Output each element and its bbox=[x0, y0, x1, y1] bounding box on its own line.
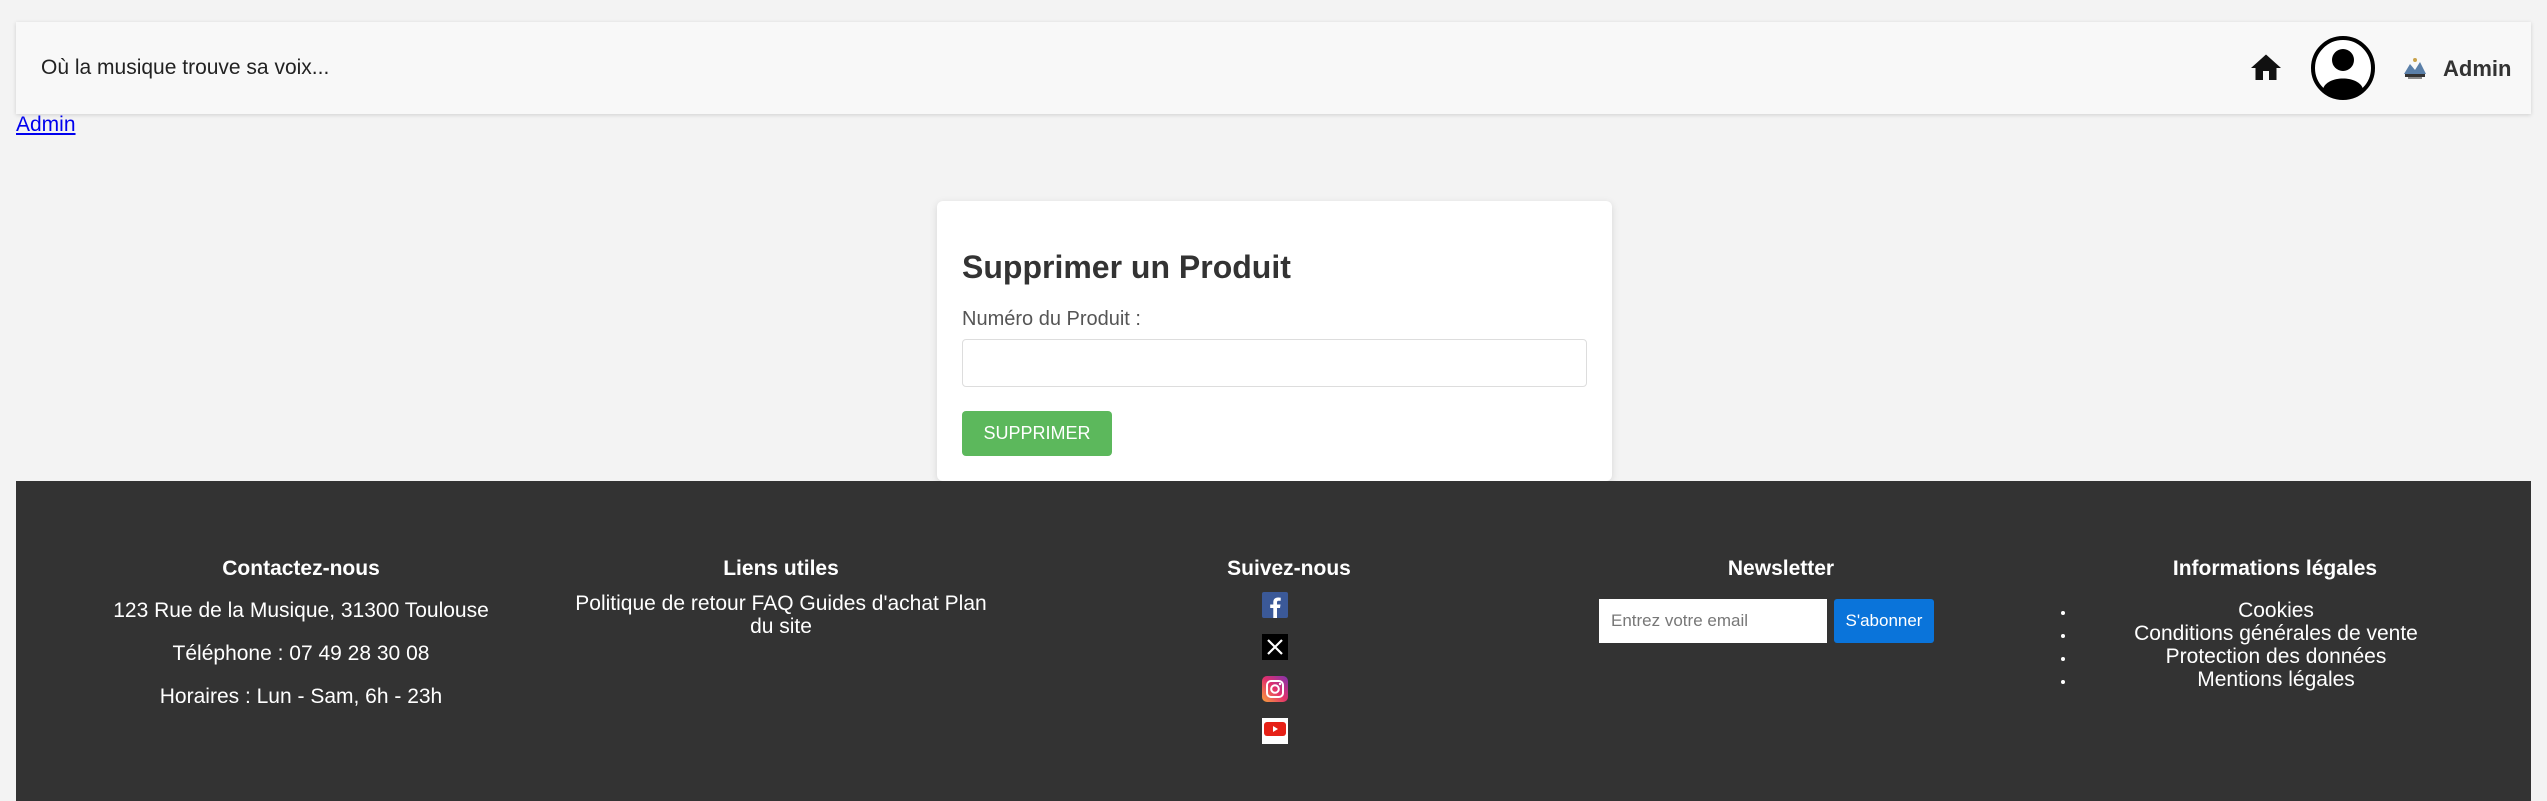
contact-phone: Téléphone : 07 49 28 30 08 bbox=[172, 642, 430, 665]
newsletter-email-input[interactable] bbox=[1599, 599, 1827, 643]
logo-icon[interactable] bbox=[2396, 50, 2434, 86]
contact-hours: Horaires : Lun - Sam, 6h - 23h bbox=[159, 685, 443, 708]
x-icon[interactable] bbox=[1262, 634, 1288, 660]
links-title: Liens utiles bbox=[723, 557, 839, 580]
instagram-icon[interactable] bbox=[1262, 676, 1288, 702]
form-title: Supprimer un Produit bbox=[962, 249, 1291, 285]
newsletter-title: Newsletter bbox=[1727, 557, 1835, 580]
legal-title: Informations légales bbox=[2172, 557, 2378, 580]
contact-address: 123 Rue de la Musique, 31300 Toulouse bbox=[113, 599, 489, 622]
home-icon[interactable] bbox=[2248, 50, 2284, 86]
delete-button[interactable]: SUPPRIMER bbox=[962, 411, 1112, 456]
youtube-icon[interactable] bbox=[1262, 718, 1288, 744]
useful-links[interactable]: Politique de retour FAQ Guides d'achat P… bbox=[566, 592, 996, 638]
legal-link-legal-notice[interactable]: Mentions légales bbox=[2076, 668, 2476, 691]
facebook-icon[interactable] bbox=[1262, 592, 1288, 618]
legal-link-data-protection[interactable]: Protection des données bbox=[2076, 645, 2476, 668]
legal-links-list: Cookies Conditions générales de vente Pr… bbox=[2056, 599, 2476, 691]
product-number-input[interactable] bbox=[962, 339, 1587, 387]
header: Où la musique trouve sa voix... Admin bbox=[16, 22, 2531, 114]
contact-title: Contactez-nous bbox=[222, 557, 380, 580]
admin-link[interactable]: Admin bbox=[16, 113, 76, 137]
admin-username[interactable]: Admin bbox=[2443, 56, 2511, 82]
user-account-icon[interactable] bbox=[2310, 35, 2376, 101]
legal-link-cookies[interactable]: Cookies bbox=[2076, 599, 2476, 622]
delete-product-card: Supprimer un Produit Numéro du Produit :… bbox=[937, 201, 1612, 481]
tagline: Où la musique trouve sa voix... bbox=[41, 56, 330, 79]
social-title: Suivez-nous bbox=[1227, 557, 1351, 580]
subscribe-button[interactable]: S'abonner bbox=[1834, 599, 1934, 643]
legal-link-cgv[interactable]: Conditions générales de vente bbox=[2076, 622, 2476, 645]
footer: Contactez-nous 123 Rue de la Musique, 31… bbox=[16, 481, 2531, 801]
product-number-label: Numéro du Produit : bbox=[962, 308, 1141, 330]
